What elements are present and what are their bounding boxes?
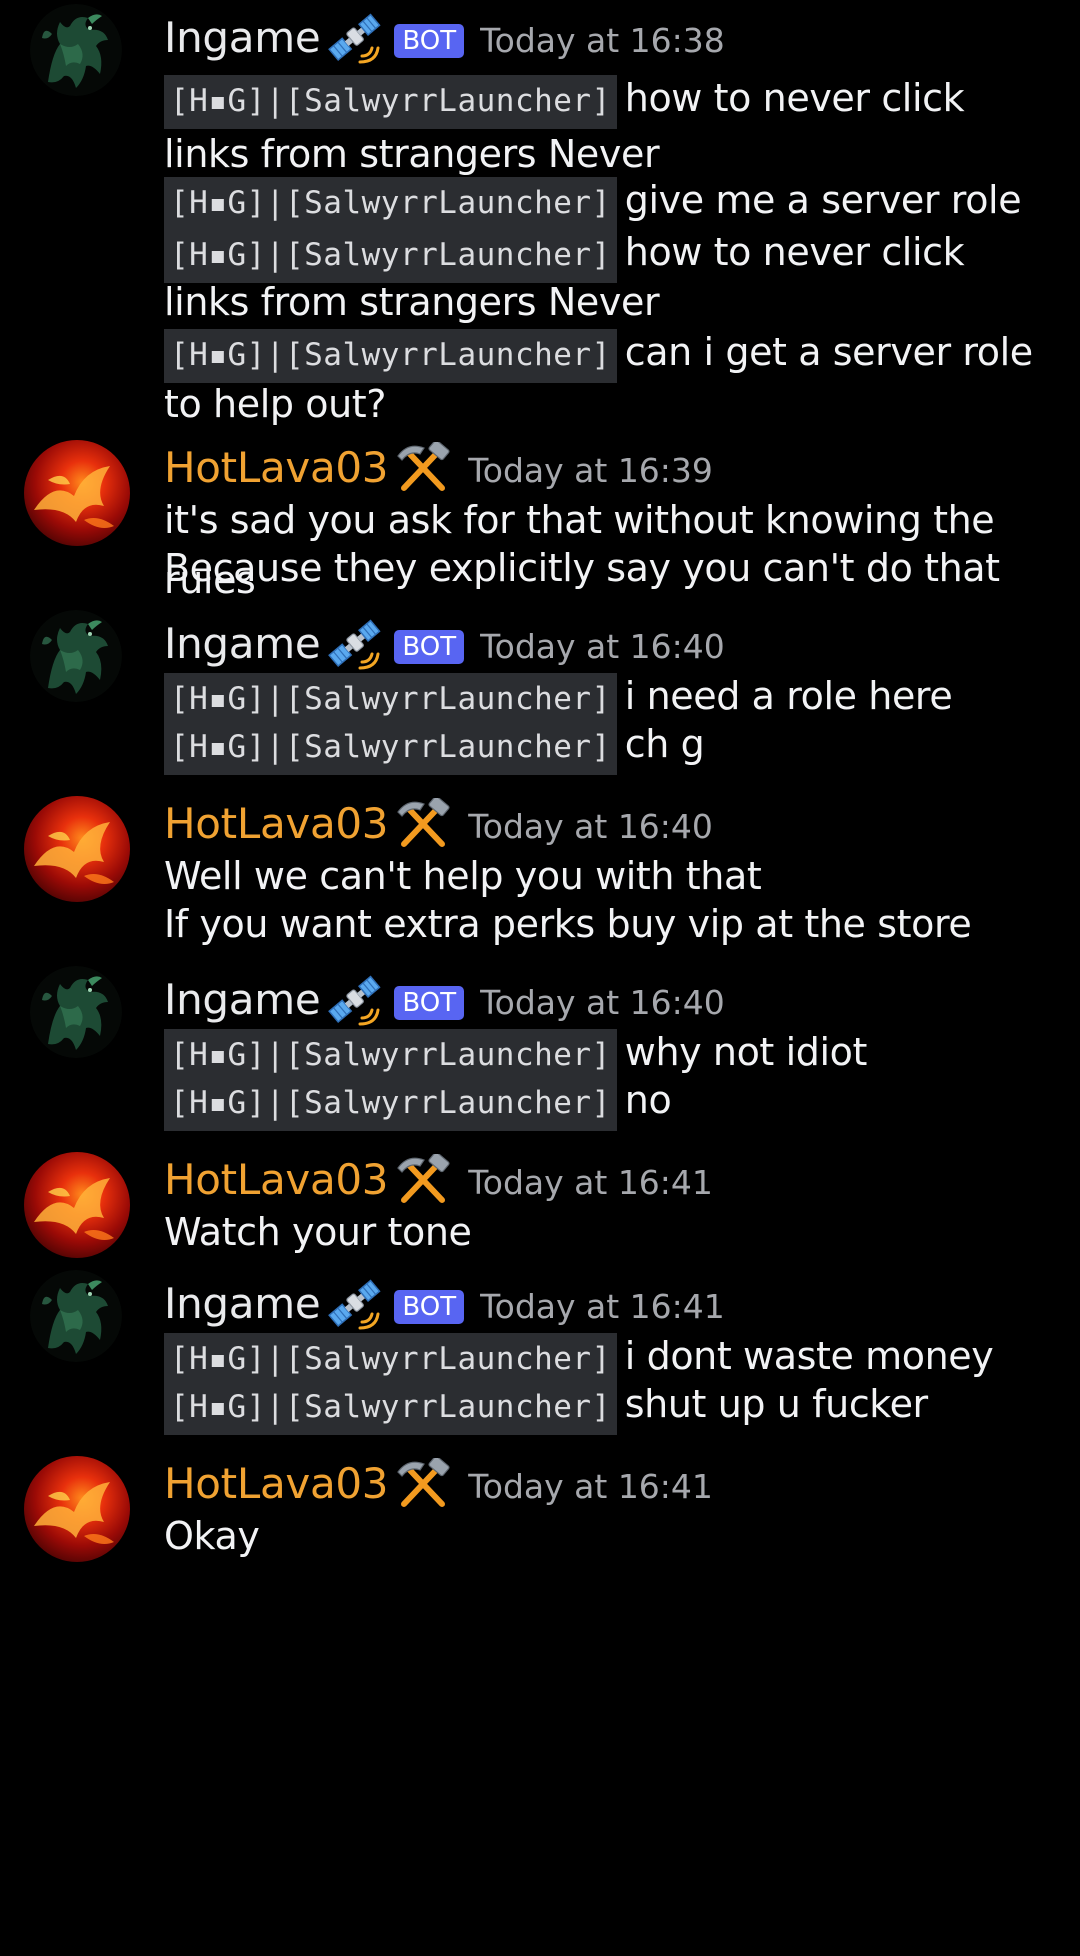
timestamp: Today at 16:41	[468, 1162, 713, 1202]
message-header: HotLava03 Today at 16:41	[164, 1152, 713, 1208]
avatar[interactable]	[24, 1152, 130, 1258]
message-text: Because they explicitly say you can't do…	[164, 546, 1000, 590]
message-line: Watch your tone	[164, 1202, 1056, 1262]
message-line: [H▪G]|[SalwyrrLauncher] no	[164, 1070, 1056, 1133]
author-name[interactable]: HotLava03	[164, 796, 389, 852]
avatar[interactable]	[30, 1270, 122, 1362]
message-text: no	[624, 1078, 672, 1122]
message-line: [H▪G]|[SalwyrrLauncher] how to never clic…	[164, 68, 1056, 131]
message-group-ingame: Ingame BOT Today at 16:40 [H▪G]|[SalwyrrLau…	[0, 610, 1080, 778]
bot-badge: BOT	[394, 630, 465, 664]
timestamp: Today at 16:41	[468, 1466, 713, 1506]
message-group-hotlava03: HotLava03 Today at 16:41 Watch your tone	[0, 1152, 1080, 1266]
message-group-hotlava03: HotLava03 Today at 16:39 it's sad you ask …	[0, 440, 1080, 602]
message-header: HotLava03 Today at 16:39	[164, 440, 713, 496]
message-text: ch g	[624, 722, 705, 766]
satellite-icon	[326, 12, 384, 64]
message-text: If you want extra perks buy vip at the s…	[164, 902, 972, 946]
hammer-pick-icon	[394, 1458, 452, 1510]
author-name[interactable]: Ingame	[164, 972, 321, 1028]
message-text: links from strangers Never	[164, 280, 660, 324]
author-name[interactable]: Ingame	[164, 10, 321, 66]
relay-prefix-code: [H▪G]|[SalwyrrLauncher]	[164, 721, 617, 775]
message-text: give me a server role	[624, 178, 1022, 222]
message-line: Okay	[164, 1506, 1056, 1566]
timestamp: Today at 16:38	[480, 20, 725, 60]
message-group-ingame: Ingame BOT Today at 16:38 [H▪G]|[SalwyrrLau…	[0, 4, 1080, 438]
message-text: i dont waste money	[624, 1334, 994, 1378]
message-text: Watch your tone	[164, 1210, 472, 1254]
message-group-hotlava03: HotLava03 Today at 16:40 Well we can't hel…	[0, 796, 1080, 958]
hammer-pick-icon	[394, 442, 452, 494]
bot-badge: BOT	[394, 986, 465, 1020]
message-header: Ingame BOT Today at 16:40	[164, 972, 725, 1028]
message-header: HotLava03 Today at 16:41	[164, 1456, 713, 1512]
message-line: [H▪G]|[SalwyrrLauncher] shut up u fucker	[164, 1374, 1056, 1437]
message-line: [H▪G]|[SalwyrrLauncher] ch g	[164, 714, 1056, 777]
author-name[interactable]: Ingame	[164, 616, 321, 672]
message-text: Well we can't help you with that	[164, 854, 762, 898]
avatar[interactable]	[30, 4, 122, 96]
relay-prefix-code: [H▪G]|[SalwyrrLauncher]	[164, 1381, 617, 1435]
bot-badge: BOT	[394, 1290, 465, 1324]
avatar[interactable]	[30, 610, 122, 702]
message-text: can i get a server role	[624, 330, 1033, 374]
message-header: Ingame BOT Today at 16:40	[164, 616, 725, 672]
timestamp: Today at 16:40	[480, 982, 725, 1022]
message-text: how to never click	[624, 230, 965, 274]
satellite-icon	[326, 618, 384, 670]
message-text: i need a role here	[624, 674, 953, 718]
message-text: Okay	[164, 1514, 260, 1558]
timestamp: Today at 16:40	[480, 626, 725, 666]
message-header: Ingame BOT Today at 16:38	[164, 10, 725, 66]
message-text: why not idiot	[624, 1030, 868, 1074]
relay-prefix-code: [H▪G]|[SalwyrrLauncher]	[164, 1077, 617, 1131]
satellite-icon	[326, 974, 384, 1026]
message-text: shut up u fucker	[624, 1382, 928, 1426]
avatar[interactable]	[24, 440, 130, 546]
timestamp: Today at 16:41	[480, 1286, 725, 1326]
author-name[interactable]: HotLava03	[164, 1152, 389, 1208]
avatar[interactable]	[30, 966, 122, 1058]
message-group-hotlava03: HotLava03 Today at 16:41 Okay	[0, 1456, 1080, 1570]
avatar[interactable]	[24, 1456, 130, 1562]
author-name[interactable]: HotLava03	[164, 440, 389, 496]
message-line: Because they explicitly say you can't do…	[164, 538, 1056, 598]
message-line: to help out?	[164, 374, 1056, 434]
bot-badge: BOT	[394, 24, 465, 58]
message-header: Ingame BOT Today at 16:41	[164, 1276, 725, 1332]
satellite-icon	[326, 1278, 384, 1330]
author-name[interactable]: Ingame	[164, 1276, 321, 1332]
message-group-ingame: Ingame BOT Today at 16:40 [H▪G]|[SalwyrrLau…	[0, 966, 1080, 1134]
relay-prefix-code: [H▪G]|[SalwyrrLauncher]	[164, 75, 617, 129]
message-text: how to never click	[624, 76, 965, 120]
message-header: HotLava03 Today at 16:40	[164, 796, 713, 852]
avatar[interactable]	[24, 796, 130, 902]
message-text: to help out?	[164, 382, 387, 426]
timestamp: Today at 16:40	[468, 806, 713, 846]
hammer-pick-icon	[394, 798, 452, 850]
timestamp: Today at 16:39	[468, 450, 713, 490]
hammer-pick-icon	[394, 1154, 452, 1206]
message-group-ingame: Ingame BOT Today at 16:41 [H▪G]|[SalwyrrLau…	[0, 1270, 1080, 1438]
message-line: If you want extra perks buy vip at the s…	[164, 894, 1056, 954]
author-name[interactable]: HotLava03	[164, 1456, 389, 1512]
